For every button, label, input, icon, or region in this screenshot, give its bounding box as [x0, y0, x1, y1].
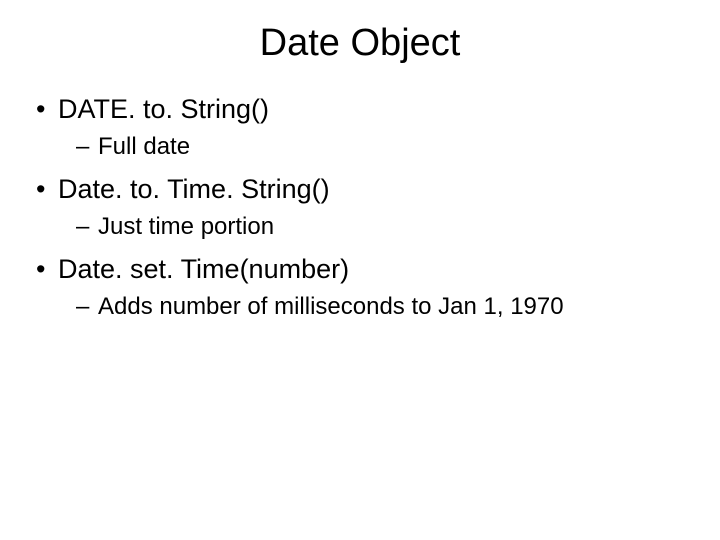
bullet-text: DATE. to. String() — [58, 94, 269, 124]
sub-text: Adds number of milliseconds to Jan 1, 19… — [98, 293, 564, 320]
sub-item: Adds number of milliseconds to Jan 1, 19… — [58, 291, 690, 323]
sub-list: Full date — [58, 131, 690, 163]
sub-item: Just time portion — [58, 211, 690, 243]
sub-item: Full date — [58, 131, 690, 163]
bullet-list: DATE. to. String() Full date Date. to. T… — [30, 93, 690, 323]
slide: Date Object DATE. to. String() Full date… — [0, 0, 720, 540]
bullet-text: Date. to. Time. String() — [58, 174, 330, 204]
bullet-item: Date. to. Time. String() Just time porti… — [30, 173, 690, 243]
bullet-item: DATE. to. String() Full date — [30, 93, 690, 163]
sub-list: Adds number of milliseconds to Jan 1, 19… — [58, 291, 690, 323]
bullet-text: Date. set. Time(number) — [58, 254, 349, 284]
slide-title: Date Object — [30, 22, 690, 65]
sub-list: Just time portion — [58, 211, 690, 243]
sub-text: Just time portion — [98, 213, 274, 240]
bullet-item: Date. set. Time(number) Adds number of m… — [30, 253, 690, 323]
sub-text: Full date — [98, 133, 190, 160]
